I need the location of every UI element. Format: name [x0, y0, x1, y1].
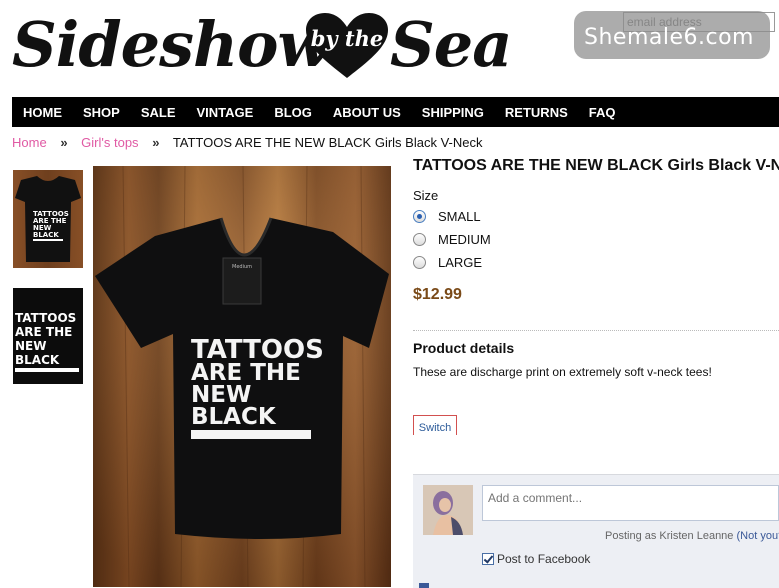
switch-button[interactable]: Switch	[413, 415, 457, 435]
post-to-facebook-option[interactable]: Post to Facebook	[482, 552, 590, 566]
watermark-overlay: Shemale6.com	[574, 11, 770, 59]
breadcrumb-separator: »	[152, 135, 160, 150]
svg-text:BLACK: BLACK	[15, 353, 60, 367]
nav-item-sale[interactable]: SALE	[141, 105, 176, 120]
logo-word-sea: Sea	[390, 8, 512, 81]
main-nav: HOME SHOP SALE VINTAGE BLOG ABOUT US SHI…	[12, 97, 779, 127]
breadcrumb-home[interactable]: Home	[12, 135, 47, 150]
comment-box: Posting as Kristen Leanne (Not you?) Pos…	[413, 474, 779, 588]
product-details-text: These are discharge print on extremely s…	[413, 365, 712, 379]
shirt-tag-text: Medium	[232, 264, 252, 270]
avatar	[423, 485, 473, 535]
posting-as-text: Posting as Kristen Leanne (Not you?)	[605, 530, 779, 542]
breadcrumb-separator: »	[60, 135, 68, 150]
product-title: TATTOOS ARE THE NEW BLACK Girls Black V-…	[413, 157, 779, 174]
size-option-label: SMALL	[438, 208, 481, 224]
svg-text:ARE THE: ARE THE	[15, 325, 72, 339]
facebook-icon	[419, 583, 429, 588]
shirt-print-line-4: BLACK	[191, 404, 277, 430]
product-details-heading: Product details	[413, 340, 515, 356]
nav-item-faq[interactable]: FAQ	[589, 105, 616, 120]
checkbox-checked-icon[interactable]	[482, 553, 494, 565]
nav-item-vintage[interactable]: VINTAGE	[197, 105, 254, 120]
breadcrumb: Home » Girl's tops » TATTOOS ARE THE NEW…	[12, 135, 482, 150]
size-option-large[interactable]: LARGE	[413, 253, 482, 271]
logo-heart-text: by the	[310, 26, 384, 51]
comment-input[interactable]	[482, 485, 779, 521]
product-main-image[interactable]: Medium TATTOOS ARE THE NEW BLACK	[93, 166, 391, 587]
section-divider	[413, 330, 779, 331]
posting-as-label: Posting as Kristen Leanne	[605, 530, 734, 542]
svg-text:NEW: NEW	[15, 339, 46, 353]
breadcrumb-category[interactable]: Girl's tops	[81, 135, 138, 150]
nav-item-blog[interactable]: BLOG	[274, 105, 312, 120]
size-option-label: LARGE	[438, 254, 483, 270]
product-price: $12.99	[413, 286, 462, 303]
watermark-text: Shemale6.com	[584, 25, 754, 50]
nav-item-shop[interactable]: SHOP	[83, 105, 120, 120]
radio-icon[interactable]	[413, 255, 426, 269]
breadcrumb-current: TATTOOS ARE THE NEW BLACK Girls Black V-…	[172, 135, 483, 150]
svg-text:BLACK: BLACK	[33, 231, 59, 239]
size-option-medium[interactable]: MEDIUM	[413, 230, 491, 248]
product-thumbnail-2[interactable]: TATTOOS ARE THE NEW BLACK	[13, 288, 83, 384]
radio-selected-icon[interactable]	[413, 209, 426, 223]
size-option-small[interactable]: SMALL	[413, 207, 481, 225]
svg-text:TATTOOS: TATTOOS	[15, 311, 76, 325]
nav-item-returns[interactable]: RETURNS	[505, 105, 568, 120]
heart-icon: by the	[304, 12, 390, 80]
product-thumbnail-1[interactable]: TATTOOS ARE THE NEW BLACK	[13, 170, 83, 268]
nav-item-shipping[interactable]: SHIPPING	[422, 105, 484, 120]
post-to-facebook-label: Post to Facebook	[497, 552, 591, 566]
nav-item-about-us[interactable]: ABOUT US	[333, 105, 401, 120]
size-label: Size	[413, 188, 439, 203]
not-you-link[interactable]: (Not you?)	[736, 530, 779, 542]
radio-icon[interactable]	[413, 232, 426, 246]
nav-item-home[interactable]: HOME	[23, 105, 62, 120]
logo-word-sideshow: Sideshow	[12, 8, 331, 81]
size-option-label: MEDIUM	[438, 231, 491, 247]
